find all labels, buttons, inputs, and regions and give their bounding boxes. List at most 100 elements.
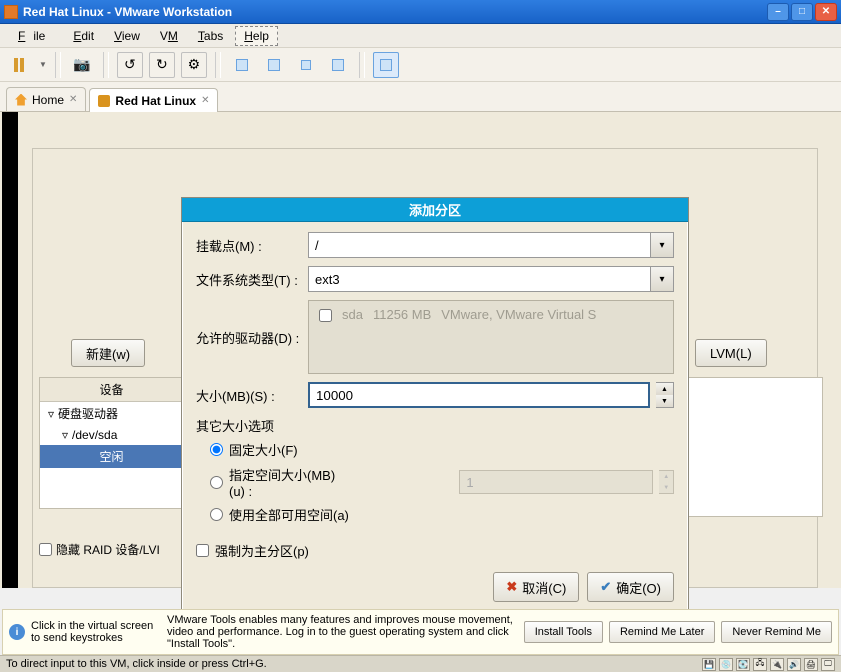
status-icon-sound[interactable]: 🔊 [787, 658, 801, 671]
additional-size-options-label: 其它大小选项 [196, 416, 674, 437]
info-icon: i [9, 624, 25, 640]
hide-raid-checkbox[interactable]: 隐藏 RAID 设备/LVI [39, 541, 160, 558]
fs-type-dropdown-icon[interactable]: ▾ [650, 266, 674, 292]
drive-size: 11256 MB [373, 307, 431, 322]
partition-detail-panel [683, 377, 823, 517]
status-icon-cd[interactable]: 💿 [719, 658, 733, 671]
app-icon [4, 5, 18, 19]
minimize-button[interactable]: – [767, 3, 789, 21]
window-titlebar: Red Hat Linux - VMware Workstation – □ ✕ [0, 0, 841, 24]
status-text: To direct input to this VM, click inside… [6, 658, 267, 670]
vm-black-border [2, 112, 18, 588]
toolbar-divider [359, 52, 365, 78]
menu-view[interactable]: View [106, 27, 148, 45]
vm-display-area[interactable]: 新建(w) LVM(L) 设备 ▿ 硬盘驱动器 ▿ /dev/sda 空闲 隐藏… [0, 112, 841, 588]
manage-button[interactable]: ⚙ [181, 52, 207, 78]
menu-vm[interactable]: VM [152, 27, 186, 45]
status-device-icons: 💾 💿 💽 🖧 🔌 🔊 🖨 🖵 [702, 658, 835, 671]
tab-vm-label: Red Hat Linux [115, 94, 196, 108]
menu-bar: File Edit View VM Tabs Help [0, 24, 841, 48]
add-partition-dialog: 添加分区 挂载点(M) : / ▾ 文件系统类型(T) : ext3 ▾ [181, 197, 689, 615]
view-button-3[interactable] [293, 52, 319, 78]
window-title: Red Hat Linux - VMware Workstation [23, 5, 232, 19]
install-tools-button[interactable]: Install Tools [524, 621, 603, 643]
status-bar: To direct input to this VM, click inside… [0, 655, 841, 672]
fs-type-field[interactable]: ext3 [308, 266, 650, 292]
toolbar-divider [55, 52, 61, 78]
radio-fixed-size[interactable] [210, 443, 223, 456]
snapshot-button[interactable]: 📷 [69, 52, 95, 78]
status-icon-usb[interactable]: 🔌 [770, 658, 784, 671]
drive-model: VMware, VMware Virtual S [441, 307, 596, 322]
status-icon-printer[interactable]: 🖨 [804, 658, 818, 671]
maximize-button[interactable]: □ [791, 3, 813, 21]
ok-icon: ✔ [600, 579, 611, 595]
tab-home[interactable]: Home ✕ [6, 87, 86, 111]
status-icon-display[interactable]: 🖵 [821, 658, 835, 671]
device-tree: 设备 ▿ 硬盘驱动器 ▿ /dev/sda 空闲 [39, 377, 184, 509]
dialog-title: 添加分区 [182, 198, 688, 222]
tab-home-close-icon[interactable]: ✕ [69, 94, 77, 105]
vm-icon [98, 95, 110, 107]
mount-point-label: 挂载点(M) : [196, 236, 302, 255]
mount-point-dropdown-icon[interactable]: ▾ [650, 232, 674, 258]
tree-drive-dev[interactable]: ▿ /dev/sda [40, 425, 183, 445]
force-primary-input[interactable] [196, 544, 209, 557]
allowable-drives-label: 允许的驱动器(D) : [196, 328, 302, 347]
fullscreen-button[interactable] [373, 52, 399, 78]
menu-help[interactable]: Help [235, 26, 278, 46]
pause-dropdown-icon[interactable]: ▼ [39, 60, 47, 69]
tree-free-space[interactable]: 空闲 [40, 445, 183, 468]
never-remind-button[interactable]: Never Remind Me [721, 621, 832, 643]
allowable-drives-list[interactable]: sda 11256 MB VMware, VMware Virtual S [308, 300, 674, 374]
option-fixed-size[interactable]: 固定大小(F) [196, 437, 674, 462]
status-icon-hdd[interactable]: 💾 [702, 658, 716, 671]
ok-button[interactable]: ✔ 确定(O) [587, 572, 674, 602]
drive-checkbox-sda[interactable] [319, 309, 332, 322]
toolbar-divider [103, 52, 109, 78]
toolbar: ▼ 📷 ↺ ↻ ⚙ [0, 48, 841, 82]
snapshot-manager-button[interactable]: ↻ [149, 52, 175, 78]
device-header: 设备 [40, 378, 183, 402]
mount-point-field[interactable]: / [308, 232, 650, 258]
revert-button[interactable]: ↺ [117, 52, 143, 78]
force-primary-checkbox[interactable]: 强制为主分区(p) [196, 535, 674, 564]
toolbar-divider [215, 52, 221, 78]
fill-to-spinner: ▲▼ [659, 470, 674, 494]
cancel-button[interactable]: ✖ 取消(C) [493, 572, 579, 602]
option-fill-to[interactable]: 指定空间大小(MB)(u) : 1 ▲▼ [196, 462, 674, 502]
unity-button[interactable] [325, 52, 351, 78]
tab-strip: Home ✕ Red Hat Linux ✕ [0, 82, 841, 112]
size-input[interactable] [308, 382, 650, 408]
pause-button[interactable] [6, 52, 32, 78]
new-partition-button[interactable]: 新建(w) [71, 339, 145, 367]
view-button-1[interactable] [229, 52, 255, 78]
hide-raid-input[interactable] [39, 543, 52, 556]
menu-edit[interactable]: Edit [65, 27, 102, 45]
status-icon-net[interactable]: 🖧 [753, 658, 767, 671]
drive-dev: sda [342, 307, 363, 322]
status-icon-floppy[interactable]: 💽 [736, 658, 750, 671]
menu-tabs[interactable]: Tabs [190, 27, 231, 45]
menu-file[interactable]: File [10, 27, 61, 45]
tab-vm-close-icon[interactable]: ✕ [201, 95, 209, 106]
vmtools-description: VMware Tools enables many features and i… [167, 614, 518, 650]
cancel-icon: ✖ [506, 579, 517, 595]
tab-home-label: Home [32, 93, 64, 107]
remind-later-button[interactable]: Remind Me Later [609, 621, 715, 643]
option-fill-all[interactable]: 使用全部可用空间(a) [196, 502, 674, 527]
window-controls: – □ ✕ [767, 3, 837, 21]
click-message: Click in the virtual screen to send keys… [31, 620, 161, 644]
close-button[interactable]: ✕ [815, 3, 837, 21]
radio-fill-to[interactable] [210, 476, 223, 489]
tab-vm[interactable]: Red Hat Linux ✕ [89, 88, 218, 112]
home-icon [15, 94, 27, 106]
lvm-button[interactable]: LVM(L) [695, 339, 767, 367]
fs-type-label: 文件系统类型(T) : [196, 270, 302, 289]
radio-fill-all[interactable] [210, 508, 223, 521]
vmware-tools-bar: i Click in the virtual screen to send ke… [2, 609, 839, 655]
view-button-2[interactable] [261, 52, 287, 78]
tree-drive-root[interactable]: ▿ 硬盘驱动器 [40, 402, 183, 425]
size-spinner[interactable]: ▲▼ [656, 382, 674, 408]
fill-to-value: 1 [459, 470, 653, 494]
